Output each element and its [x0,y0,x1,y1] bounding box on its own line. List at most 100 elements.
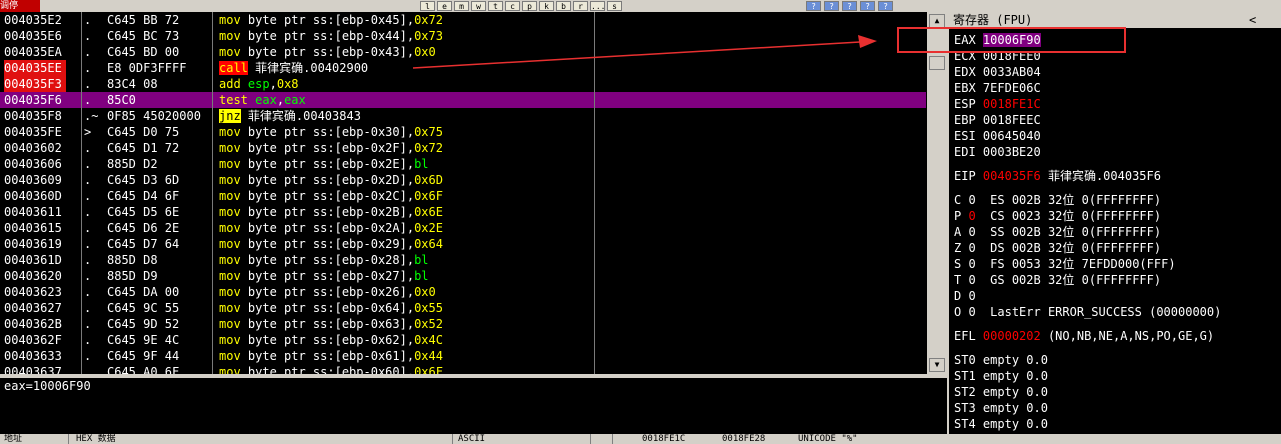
register-eax[interactable]: EAX 10006F90 [954,32,1041,48]
register-value[interactable]: 10006F90 [982,33,1041,47]
flag-p[interactable]: P 0 CS 0023 32位 0(FFFFFFFF) [954,208,1161,224]
dump-hex-header[interactable]: HEX 数据 [76,434,116,444]
flag-value[interactable]: 0 [968,241,975,255]
disasm-row[interactable]: 00403609. C645 D3 6D mov byte ptr ss:[ebp-… [0,172,926,188]
stack-value[interactable]: 0018FE28 [722,434,765,444]
toolbar-plugin-icon[interactable]: ? [824,1,839,11]
flag-z[interactable]: Z 0 DS 002B 32位 0(FFFFFFFF) [954,240,1161,256]
disasm-row[interactable]: 004035EE. E8 0DF3FFFF call 菲律宾确.00402900 [0,60,926,76]
flag-value[interactable]: 0 [968,209,975,223]
flag-a[interactable]: A 0 SS 002B 32位 0(FFFFFFFF) [954,224,1161,240]
flag-value[interactable]: 0 [968,257,975,271]
toolbar-button-6[interactable]: p [522,1,537,11]
toolbar-button-0[interactable]: l [420,1,435,11]
register-ecx[interactable]: ECX 0018FEE0 [954,48,1041,64]
register-value[interactable]: 004035F6 [983,169,1041,183]
flag-value[interactable]: 0 [968,305,975,319]
register-value[interactable]: empty 0.0 [983,385,1048,399]
disassembly-pane[interactable]: 00403637. C645 A0 6F mov byte ptr ss:[ebp-… [0,12,926,374]
register-value[interactable]: empty 0.0 [983,369,1048,383]
fpu-register-st4[interactable]: ST4 empty 0.0 [954,416,1048,432]
disasm-row[interactable]: 004035E2. C645 BB 72 mov byte ptr ss:[ebp-… [0,12,926,28]
disasm-row[interactable]: 004035EA. C645 BD 00 mov byte ptr ss:[ebp-… [0,44,926,60]
disasm-row[interactable]: 004035F3. 83C4 08 add esp,0x8 [0,76,926,92]
register-ebx[interactable]: EBX 7EFDE06C [954,80,1041,96]
dump-ascii-header[interactable]: ASCII [458,434,485,444]
register-value[interactable]: 0018FEE0 [983,49,1041,63]
disassembly-vertical-scrollbar[interactable]: ▲ ▼ [927,12,947,374]
toolbar-button-9[interactable]: r [573,1,588,11]
registers-pane[interactable]: 寄存器 (FPU) < EAX 10006F90 ECX 0018FEE0 EDX … [949,12,1281,434]
fpu-register-st3[interactable]: ST3 empty 0.0 [954,400,1048,416]
disasm-row[interactable]: 00403615. C645 D6 2E mov byte ptr ss:[ebp-… [0,220,926,236]
toolbar-button-11[interactable]: s [607,1,622,11]
toolbar-button-1[interactable]: e [437,1,452,11]
toolbar-plugin-icon[interactable]: ? [842,1,857,11]
toolbar-plugin-icon[interactable]: ? [806,1,821,11]
disasm-row[interactable]: 004035E6. C645 BC 73 mov byte ptr ss:[ebp-… [0,28,926,44]
disasm-row[interactable]: 004035F6. 85C0 test eax,eax [0,92,926,108]
toolbar-button-4[interactable]: t [488,1,503,11]
register-value[interactable]: 0033AB04 [983,65,1041,79]
flag-value[interactable]: 0 [968,289,975,303]
disasm-row[interactable]: 0040362B. C645 9D 52 mov byte ptr ss:[ebp-… [0,316,926,332]
register-value[interactable]: 0003BE20 [983,145,1041,159]
flag-d[interactable]: D 0 [954,288,990,304]
flag-c[interactable]: C 0 ES 002B 32位 0(FFFFFFFF) [954,192,1161,208]
register-value[interactable]: empty 0.0 [983,417,1048,431]
collapse-chevron-icon[interactable]: < [1249,12,1256,28]
flag-t[interactable]: T 0 GS 002B 32位 0(FFFFFFFF) [954,272,1161,288]
fpu-register-st2[interactable]: ST2 empty 0.0 [954,384,1048,400]
disasm-row[interactable]: 0040362F. C645 9E 4C mov byte ptr ss:[ebp-… [0,332,926,348]
flag-value[interactable]: 0 [968,273,975,287]
register-value[interactable]: empty 0.0 [983,353,1048,367]
register-value[interactable]: 7EFDE06C [983,81,1041,95]
register-value[interactable]: empty 0.0 [983,401,1048,415]
register-ebp[interactable]: EBP 0018FEEC [954,112,1041,128]
toolbar-plugin-icon[interactable]: ? [860,1,875,11]
disasm-row[interactable]: 004035F8 .~ 0F85 45020000 jnz 菲律宾确.00403843 [0,108,926,124]
register-value[interactable]: 0018FE1C [983,97,1041,111]
disasm-row[interactable]: 00403633. C645 9F 44 mov byte ptr ss:[ebp-… [0,348,926,364]
register-value[interactable]: 00000202 [983,329,1041,343]
disasm-row[interactable]: 00403627. C645 9C 55 mov byte ptr ss:[ebp-… [0,300,926,316]
register-efl[interactable]: EFL 00000202 (NO,NB,NE,A,NS,PO,GE,G) [954,328,1214,344]
register-value[interactable]: 0018FEEC [983,113,1041,127]
fpu-register-st1[interactable]: ST1 empty 0.0 [954,368,1048,384]
scroll-thumb[interactable] [929,56,945,70]
flag-value[interactable]: 0 [968,225,975,239]
disasm-row[interactable]: 00403606. 885D D2 mov byte ptr ss:[ebp-0x2… [0,156,926,172]
disasm-row[interactable]: 004035FE > C645 D0 75 mov byte ptr ss:[ebp-… [0,124,926,140]
disasm-row[interactable]: 0040360D. C645 D4 6F mov byte ptr ss:[ebp-… [0,188,926,204]
toolbar-button-8[interactable]: b [556,1,571,11]
toolbar-button-10[interactable]: ... [590,1,605,11]
toolbar-button-7[interactable]: k [539,1,554,11]
disasm-row[interactable]: 00403620. 885D D9 mov byte ptr ss:[ebp-0x2… [0,268,926,284]
toolbar-button-3[interactable]: w [471,1,486,11]
disasm-row[interactable]: 00403619. C645 D7 64 mov byte ptr ss:[ebp-… [0,236,926,252]
toolbar-plugin-icon[interactable]: ? [878,1,893,11]
register-edx[interactable]: EDX 0033AB04 [954,64,1041,80]
disasm-row[interactable]: 00403611. C645 D5 6E mov byte ptr ss:[ebp-… [0,204,926,220]
instruction-token: bl [414,269,429,283]
toolbar-button-2[interactable]: m [454,1,469,11]
flag-s[interactable]: S 0 FS 0053 32位 7EFDD000(FFF) [954,256,1176,272]
disasm-row[interactable]: 00403623. C645 DA 00 mov byte ptr ss:[ebp-… [0,284,926,300]
register-edi[interactable]: EDI 0003BE20 [954,144,1041,160]
register-esp[interactable]: ESP 0018FE1C [954,96,1041,112]
disasm-row[interactable]: 00403637. C645 A0 6F mov byte ptr ss:[ebp-… [0,364,926,374]
register-eip[interactable]: EIP 004035F6 菲律宾确.004035F6 [954,168,1161,184]
disasm-row[interactable]: 00403602. C645 D1 72 mov byte ptr ss:[ebp-… [0,140,926,156]
disasm-row[interactable]: 0040361D. 885D D8 mov byte ptr ss:[ebp-0x2… [0,252,926,268]
register-value[interactable]: 00645040 [983,129,1041,143]
flag-value[interactable]: 0 [968,193,975,207]
dump-address-header[interactable]: 地址 [4,434,22,444]
fpu-register-st0[interactable]: ST0 empty 0.0 [954,352,1048,368]
stack-address[interactable]: 0018FE1C [642,434,685,444]
flag-o[interactable]: O 0 LastErr ERROR_SUCCESS (00000000) [954,304,1221,320]
register-esi[interactable]: ESI 00645040 [954,128,1041,144]
scroll-down-arrow-icon[interactable]: ▼ [929,358,945,372]
registers-header[interactable]: 寄存器 (FPU) < [949,12,1281,28]
scroll-up-arrow-icon[interactable]: ▲ [929,14,945,28]
toolbar-button-5[interactable]: c [505,1,520,11]
